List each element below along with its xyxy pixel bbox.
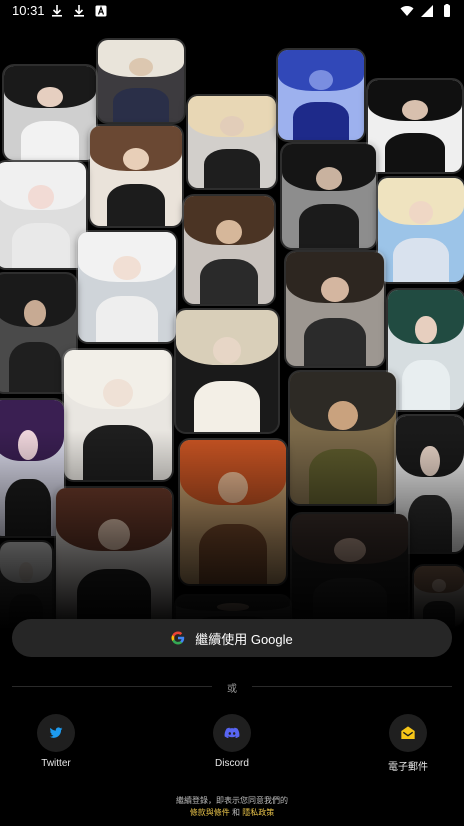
privacy-link[interactable]: 隱私政策 [242,808,274,817]
footer-line-1: 繼續登錄，即表示您同意我們的 [176,796,288,805]
tile-face [321,277,349,303]
discord-icon [224,727,240,739]
artwork-tile [188,96,276,188]
tile-face [315,166,343,190]
tile-body [194,380,260,432]
wifi-icon [400,6,414,16]
tile-face [212,336,242,364]
tile-body [293,102,349,140]
terms-link[interactable]: 條款與條件 [190,808,230,817]
tile-body [303,318,367,366]
twitter-icon [49,727,63,738]
twitter-label: Twitter [41,758,71,769]
artwork-tile [78,232,176,342]
tile-body [298,204,360,248]
tile-body [20,120,80,160]
email-label: 電子郵件 [388,762,428,773]
discord-icon-circle[interactable] [213,714,251,752]
battery-icon [444,4,450,17]
email-icon-circle[interactable] [389,714,427,752]
tile-body [393,238,449,282]
artwork-tile [388,290,464,410]
artwork-tile [4,66,96,160]
twitter-icon-circle[interactable] [37,714,75,752]
collage-fade-overlay [0,430,464,630]
download-icon [74,5,84,17]
discord-label: Discord [215,758,249,769]
tile-face [113,256,141,281]
download-icon [52,5,62,17]
tile-face [23,299,47,326]
artwork-tile [378,178,464,282]
artwork-tile [0,162,86,268]
tile-face [308,69,334,90]
google-button-label: 繼續使用 Google [195,631,293,647]
text-icon [95,5,107,17]
tile-body [113,87,169,122]
tile-body [95,295,159,342]
artwork-tile [98,40,184,122]
signal-icon [421,5,433,17]
tile-face [128,58,154,77]
artwork-tile [176,310,278,432]
artwork-tile [90,126,182,226]
discord-login-button[interactable]: Discord [192,714,272,769]
notification-icons [50,4,108,18]
artwork-tile [278,50,364,140]
twitter-login-button[interactable]: Twitter [16,714,96,769]
footer-line-2: 條款與條件 和 隱私政策 [0,807,464,819]
artwork-tile [286,252,384,366]
divider-text: 或 [227,684,237,695]
email-login-button[interactable]: 電子郵件 [368,714,448,773]
tile-body [401,359,451,410]
tile-body [106,184,166,226]
artwork-tile [368,80,462,172]
and-text: 和 [232,808,240,817]
google-logo-icon [171,631,185,645]
tile-body [12,223,70,268]
tile-face [415,316,437,343]
tile-face [328,401,358,431]
tile-face [102,378,134,408]
legal-footer: 繼續登錄，即表示您同意我們的 條款與條件 和 隱私政策 [0,795,464,819]
tile-body [203,149,261,188]
or-divider: 或 [12,678,452,695]
tile-body [8,342,62,392]
tile-face [37,86,63,108]
continue-with-google-button[interactable]: 繼續使用 Google [12,619,452,657]
tile-face [123,148,149,170]
system-icons [400,4,454,18]
tile-face [408,200,434,224]
tile-body [200,258,258,304]
artwork-tile [184,196,274,304]
tile-body [384,133,446,172]
status-bar: 10:31 [0,0,464,22]
status-time: 10:31 [12,3,45,18]
tile-face [28,185,54,209]
email-icon [401,726,415,739]
divider-line-right [252,686,452,687]
tile-face [216,219,242,244]
artwork-tile [282,144,376,248]
